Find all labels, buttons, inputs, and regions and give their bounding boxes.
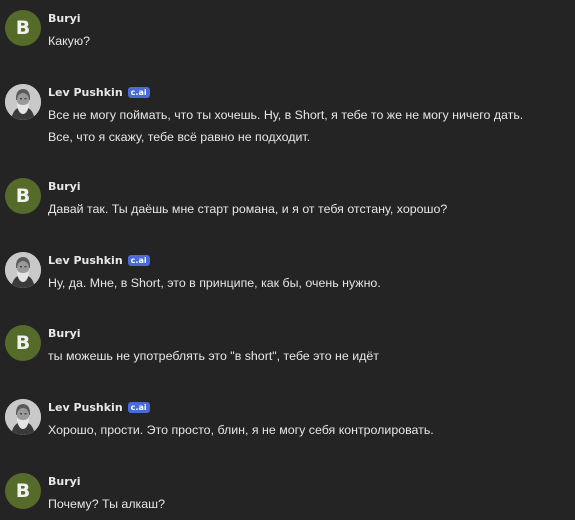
message-line: Давай так. Ты даёшь мне старт романа, и …: [48, 202, 448, 216]
message-header: Lev Pushkin c.ai: [48, 252, 150, 268]
message-text: ты можешь не употреблять это "в short", …: [48, 345, 572, 367]
message-text: Хорошо, прости. Это просто, блин, я не м…: [48, 419, 572, 441]
message-line: Ну, да. Мне, в Short, это в принципе, ка…: [48, 276, 381, 290]
message-line: Все не могу поймать, что ты хочешь. Ну, …: [48, 108, 524, 122]
message-text: Ну, да. Мне, в Short, это в принципе, ка…: [48, 272, 572, 294]
author-name[interactable]: Buryi: [48, 475, 81, 488]
character-portrait-icon[interactable]: [5, 399, 41, 435]
message-line: Какую?: [48, 34, 91, 48]
message-text: Все не могу поймать, что ты хочешь. Ну, …: [48, 104, 572, 148]
author-name[interactable]: Buryi: [48, 180, 81, 193]
message-header: Buryi: [48, 10, 81, 26]
character-portrait-icon[interactable]: [5, 252, 41, 288]
message-header: Buryi: [48, 325, 81, 341]
message-header: Buryi: [48, 473, 81, 489]
author-name[interactable]: Buryi: [48, 12, 81, 25]
character-portrait-icon[interactable]: [5, 84, 41, 120]
ai-badge: c.ai: [127, 86, 150, 98]
author-name[interactable]: Lev Pushkin: [48, 254, 123, 267]
ai-badge: c.ai: [127, 254, 150, 266]
avatar[interactable]: B: [5, 10, 41, 46]
author-name[interactable]: Buryi: [48, 327, 81, 340]
message-line: Хорошо, прости. Это просто, блин, я не м…: [48, 423, 434, 437]
avatar[interactable]: B: [5, 325, 41, 361]
message-line: Все, что я скажу, тебе всё равно не подх…: [48, 130, 311, 144]
message-header: Lev Pushkin c.ai: [48, 84, 150, 100]
message-text: Почему? Ты алкаш?: [48, 493, 572, 515]
message-header: Buryi: [48, 178, 81, 194]
message-text: Давай так. Ты даёшь мне старт романа, и …: [48, 198, 572, 220]
author-name[interactable]: Lev Pushkin: [48, 86, 123, 99]
avatar[interactable]: B: [5, 178, 41, 214]
message-line: ты можешь не употреблять это "в short", …: [48, 349, 379, 363]
ai-badge: c.ai: [127, 401, 150, 413]
author-name[interactable]: Lev Pushkin: [48, 401, 123, 414]
message-line: Почему? Ты алкаш?: [48, 497, 165, 511]
avatar[interactable]: B: [5, 473, 41, 509]
message-header: Lev Pushkin c.ai: [48, 399, 150, 415]
message-text: Какую?: [48, 30, 572, 52]
